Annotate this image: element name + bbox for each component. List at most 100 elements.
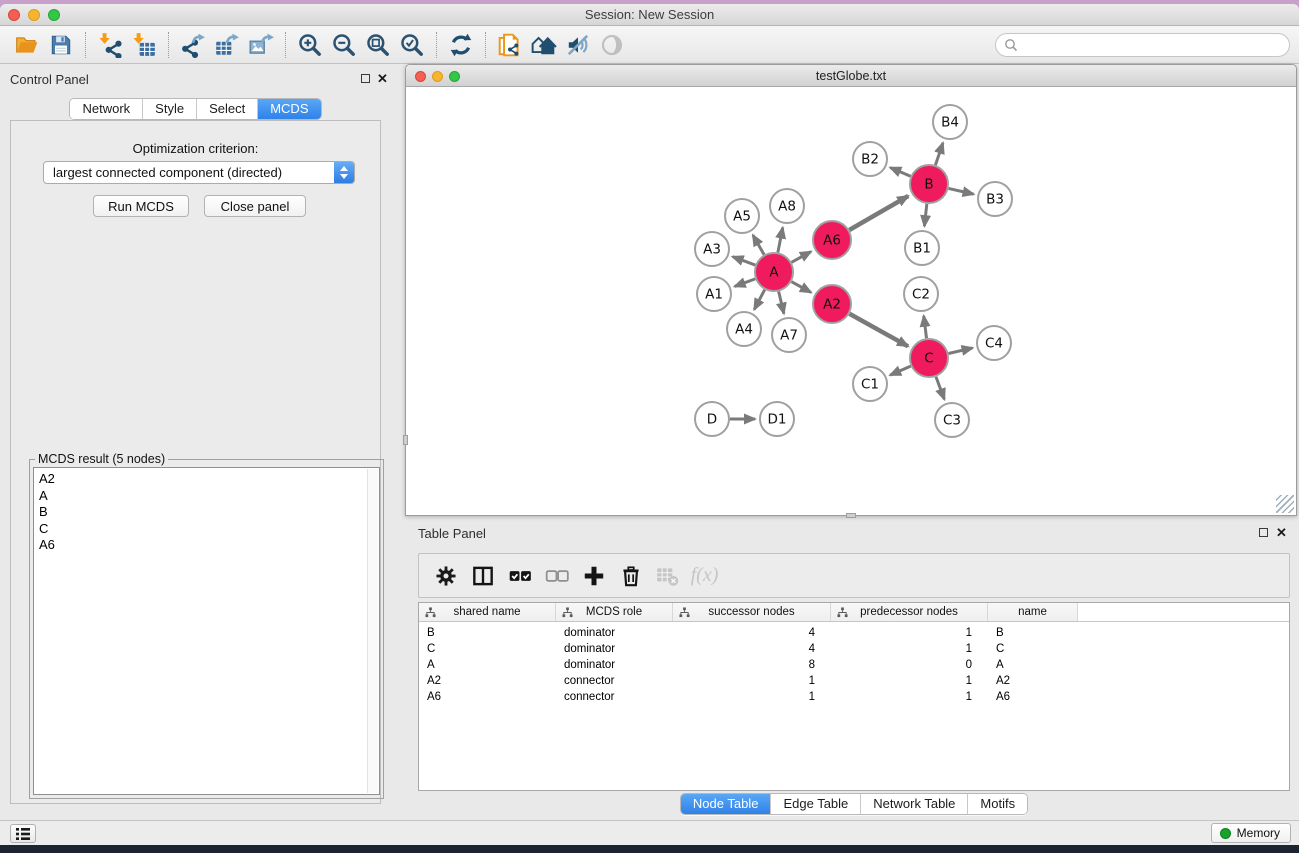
graph-edge-A-A2[interactable] (792, 282, 811, 293)
network-canvas[interactable]: B4B2BB3A5A8A6A3B1AA1C2A2A4A7C4CC1C3DD1 (407, 88, 1296, 515)
frame-edge-handle[interactable] (846, 513, 856, 518)
deselect-all-icon[interactable] (538, 559, 575, 593)
zoom-selected-icon[interactable] (395, 30, 429, 60)
cell[interactable]: 0 (831, 659, 988, 671)
cell[interactable]: connector (556, 675, 673, 687)
tab-mcds[interactable]: MCDS (258, 99, 320, 119)
cell[interactable]: 4 (673, 643, 831, 655)
close-panel-button[interactable]: Close panel (204, 195, 306, 217)
table-row[interactable]: Cdominator41C (419, 641, 1289, 657)
mcds-result-item[interactable]: A2 (39, 471, 379, 488)
cell[interactable]: 1 (831, 691, 988, 703)
graphics-details-icon[interactable] (561, 30, 595, 60)
column-header-shared-name[interactable]: shared name (419, 603, 556, 621)
cell[interactable]: C (988, 643, 1078, 655)
export-table-icon[interactable] (210, 30, 244, 60)
zoom-out-icon[interactable] (327, 30, 361, 60)
cell[interactable]: 4 (673, 627, 831, 639)
column-header-MCDS-role[interactable]: MCDS role (556, 603, 673, 621)
export-network-icon[interactable] (176, 30, 210, 60)
graph-edge-B-B1[interactable] (924, 204, 926, 226)
graph-edge-B-B4[interactable] (935, 143, 943, 165)
cell[interactable]: C (419, 643, 556, 655)
cell[interactable]: A6 (988, 691, 1078, 703)
table-row[interactable]: Bdominator41B (419, 625, 1289, 641)
column-header-name[interactable]: name (988, 603, 1078, 621)
cell[interactable]: dominator (556, 659, 673, 671)
tab-motifs[interactable]: Motifs (968, 794, 1027, 814)
cell[interactable]: 1 (831, 675, 988, 687)
tab-select[interactable]: Select (197, 99, 258, 119)
graph-edge-A-A5[interactable] (753, 235, 764, 255)
cell[interactable]: B (419, 627, 556, 639)
graph-edge-C-C3[interactable] (936, 377, 944, 400)
home-icon[interactable] (527, 30, 561, 60)
delete-column-icon[interactable] (612, 559, 649, 593)
cell[interactable]: dominator (556, 627, 673, 639)
graph-edge-A-A6[interactable] (792, 252, 811, 263)
column-header-successor-nodes[interactable]: successor nodes (673, 603, 831, 621)
import-network-icon[interactable] (93, 30, 127, 60)
frame-edge-handle[interactable] (403, 435, 408, 445)
cell[interactable]: A (988, 659, 1078, 671)
split-columns-icon[interactable] (464, 559, 501, 593)
cell[interactable]: 1 (831, 643, 988, 655)
select-all-icon[interactable] (501, 559, 538, 593)
graph-edge-A6-B[interactable] (849, 196, 908, 230)
search-input[interactable] (1018, 36, 1289, 54)
graph-edge-A-A3[interactable] (733, 257, 756, 265)
close-table-panel-icon[interactable]: ✕ (1276, 528, 1287, 538)
cell[interactable]: A (419, 659, 556, 671)
cell[interactable]: dominator (556, 643, 673, 655)
graph-edge-C-C1[interactable] (890, 366, 911, 375)
cell[interactable]: connector (556, 691, 673, 703)
cell[interactable]: 1 (673, 691, 831, 703)
zoom-fit-icon[interactable] (361, 30, 395, 60)
cell[interactable]: A6 (419, 691, 556, 703)
graph-edge-C-C4[interactable] (948, 348, 972, 354)
search-box[interactable] (995, 33, 1290, 57)
graph-edge-B-B3[interactable] (949, 188, 974, 194)
graph-edge-A-A4[interactable] (754, 290, 764, 310)
table-row[interactable]: Adominator80A (419, 657, 1289, 673)
mcds-result-item[interactable]: A6 (39, 537, 379, 554)
tab-network-table[interactable]: Network Table (861, 794, 968, 814)
cell[interactable]: A2 (419, 675, 556, 687)
float-table-panel-icon[interactable] (1259, 528, 1268, 537)
table-row[interactable]: A2connector11A2 (419, 673, 1289, 689)
cell[interactable]: B (988, 627, 1078, 639)
graph-edge-C-C2[interactable] (924, 316, 927, 338)
graph-edge-A-A7[interactable] (779, 291, 784, 313)
graph-edge-A-A1[interactable] (735, 279, 756, 287)
mcds-result-item[interactable]: C (39, 521, 379, 538)
tab-style[interactable]: Style (143, 99, 197, 119)
task-history-button[interactable] (10, 824, 36, 843)
cell[interactable]: A2 (988, 675, 1078, 687)
zoom-in-icon[interactable] (293, 30, 327, 60)
close-panel-icon[interactable]: ✕ (377, 74, 388, 84)
clone-network-icon[interactable] (493, 30, 527, 60)
column-header-predecessor-nodes[interactable]: predecessor nodes (831, 603, 988, 621)
export-image-icon[interactable] (244, 30, 278, 60)
save-session-icon[interactable] (44, 30, 78, 60)
tab-network[interactable]: Network (70, 99, 143, 119)
tab-edge-table[interactable]: Edge Table (771, 794, 861, 814)
open-session-icon[interactable] (10, 30, 44, 60)
graph-edge-A-A8[interactable] (778, 228, 783, 253)
cell[interactable]: 8 (673, 659, 831, 671)
cell[interactable]: 1 (831, 627, 988, 639)
table-row[interactable]: A6connector11A6 (419, 689, 1289, 705)
mcds-result-list[interactable]: A2ABCA6 (33, 467, 380, 795)
mcds-result-item[interactable]: A (39, 488, 379, 505)
import-table-icon[interactable] (127, 30, 161, 60)
run-mcds-button[interactable]: Run MCDS (93, 195, 189, 217)
settings-icon[interactable] (427, 559, 464, 593)
cell[interactable]: 1 (673, 675, 831, 687)
add-column-icon[interactable] (575, 559, 612, 593)
tab-node-table[interactable]: Node Table (681, 794, 772, 814)
optimization-criterion-dropdown[interactable]: largest connected component (directed) (43, 161, 355, 184)
graph-edge-A2-C[interactable] (849, 314, 908, 347)
resize-grip-icon[interactable] (1276, 495, 1294, 513)
refresh-icon[interactable] (444, 30, 478, 60)
network-window-titlebar[interactable]: testGlobe.txt (406, 65, 1296, 87)
